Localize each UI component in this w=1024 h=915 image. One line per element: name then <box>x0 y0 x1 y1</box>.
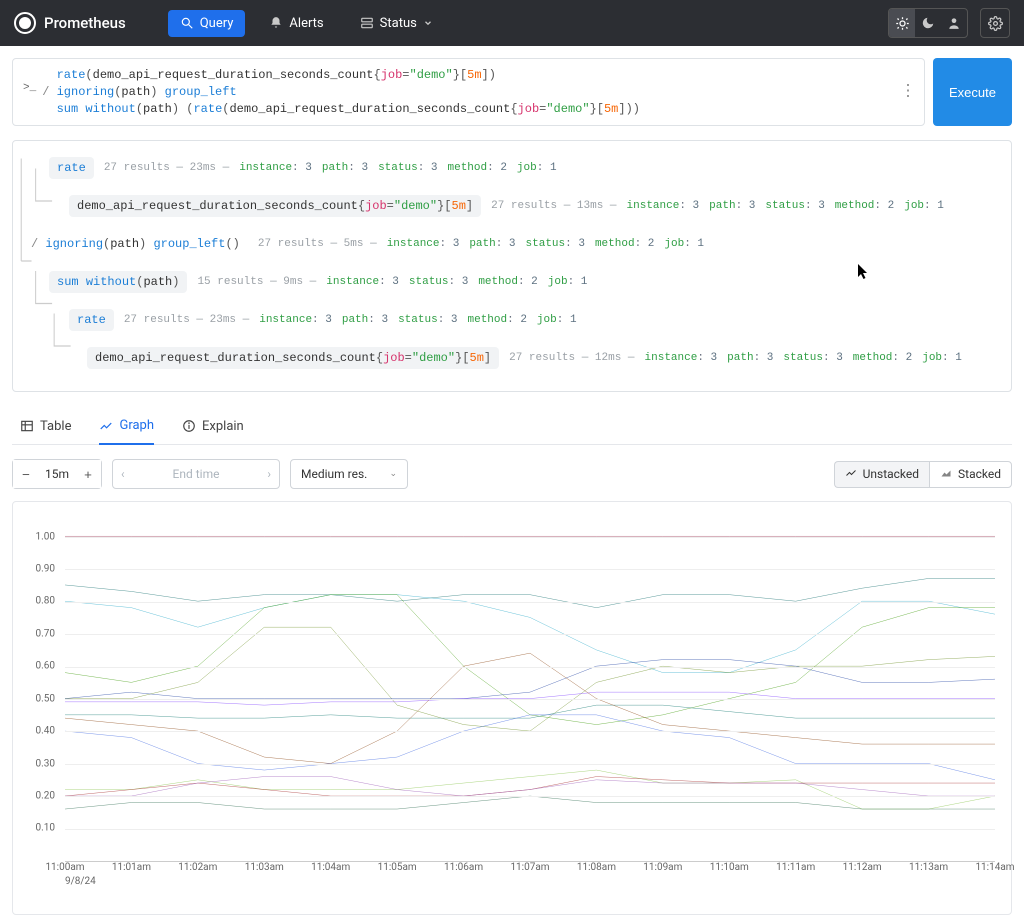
unstacked-button[interactable]: Unstacked <box>834 461 929 488</box>
graph-icon <box>99 419 113 433</box>
stack-toggle: Unstacked Stacked <box>834 461 1012 488</box>
theme-auto-button[interactable] <box>941 9 967 37</box>
graph-controls: − 15m + ‹ End time › Medium res. ⌄ Unsta… <box>12 445 1012 501</box>
bell-icon <box>269 16 283 30</box>
tab-explain[interactable]: Explain <box>182 410 244 444</box>
query-editor[interactable]: >_ rate(demo_api_request_duration_second… <box>12 58 925 126</box>
chart-lines <box>65 520 995 861</box>
tree-labels: instance: 3path: 3status: 3method: 2job:… <box>239 162 556 174</box>
range-decrease-button[interactable]: − <box>13 460 39 488</box>
brand-text: Prometheus <box>44 14 126 32</box>
nav-query-button[interactable]: Query <box>168 10 246 37</box>
query-row: >_ rate(demo_api_request_duration_second… <box>12 58 1012 126</box>
line-chart-icon <box>845 467 857 482</box>
tree-node-rate[interactable]: rate <box>49 157 94 179</box>
execute-button[interactable]: Execute <box>933 58 1012 126</box>
tree-node-ignoring[interactable]: / ignoring(path) group_left() <box>31 233 248 255</box>
prompt-icon: >_ <box>23 67 36 96</box>
navbar: Prometheus Query Alerts Status <box>0 0 1024 46</box>
nav-alerts-button[interactable]: Alerts <box>257 10 335 37</box>
nav-status-button[interactable]: Status <box>348 10 445 37</box>
query-tree: rate 27 results — 23ms — instance: 3path… <box>12 140 1012 392</box>
prometheus-logo-icon <box>14 12 36 34</box>
server-icon <box>360 16 374 30</box>
range-value: 15m <box>39 467 75 481</box>
chart-container: 0.100.200.300.400.500.600.700.800.901.00… <box>12 501 1012 915</box>
chevron-down-icon <box>423 16 433 30</box>
tree-node-sum[interactable]: sum without(path) <box>49 271 187 293</box>
tree-stats: 27 results — 23ms — <box>104 162 229 174</box>
stacked-button[interactable]: Stacked <box>929 461 1012 488</box>
theme-dark-button[interactable] <box>915 9 941 37</box>
search-icon <box>180 16 194 30</box>
tab-graph[interactable]: Graph <box>99 410 154 445</box>
editor-menu-icon[interactable]: ⋮ <box>900 90 916 95</box>
tab-table[interactable]: Table <box>20 410 71 444</box>
settings-button[interactable] <box>980 8 1010 38</box>
result-tabs: Table Graph Explain <box>12 410 1012 445</box>
tree-node-metric-2[interactable]: demo_api_request_duration_seconds_count{… <box>87 347 499 369</box>
query-text: rate(demo_api_request_duration_seconds_c… <box>42 67 640 117</box>
range-stepper: − 15m + <box>12 459 102 489</box>
chart[interactable]: 0.100.200.300.400.500.600.700.800.901.00… <box>19 520 1005 890</box>
theme-light-button[interactable] <box>889 9 915 37</box>
brand[interactable]: Prometheus <box>14 12 126 34</box>
endtime-input[interactable]: ‹ End time › <box>112 459 280 489</box>
y-axis: 0.100.200.300.400.500.600.700.800.901.00 <box>19 520 61 890</box>
theme-toggle <box>888 8 968 38</box>
plot-area <box>65 520 995 862</box>
resolution-select[interactable]: Medium res. ⌄ <box>290 459 408 489</box>
select-caret-icon: ⌄ <box>389 469 397 479</box>
tree-node-rate-2[interactable]: rate <box>69 309 114 331</box>
range-increase-button[interactable]: + <box>75 460 101 488</box>
info-icon <box>182 419 196 433</box>
area-chart-icon <box>940 467 952 482</box>
tree-node-metric[interactable]: demo_api_request_duration_seconds_count{… <box>69 195 481 217</box>
chevron-left-icon: ‹ <box>121 467 125 481</box>
chevron-right-icon: › <box>267 467 271 481</box>
x-axis: 11:00am11:01am11:02am11:03am11:04am11:05… <box>65 862 995 890</box>
table-icon <box>20 419 34 433</box>
